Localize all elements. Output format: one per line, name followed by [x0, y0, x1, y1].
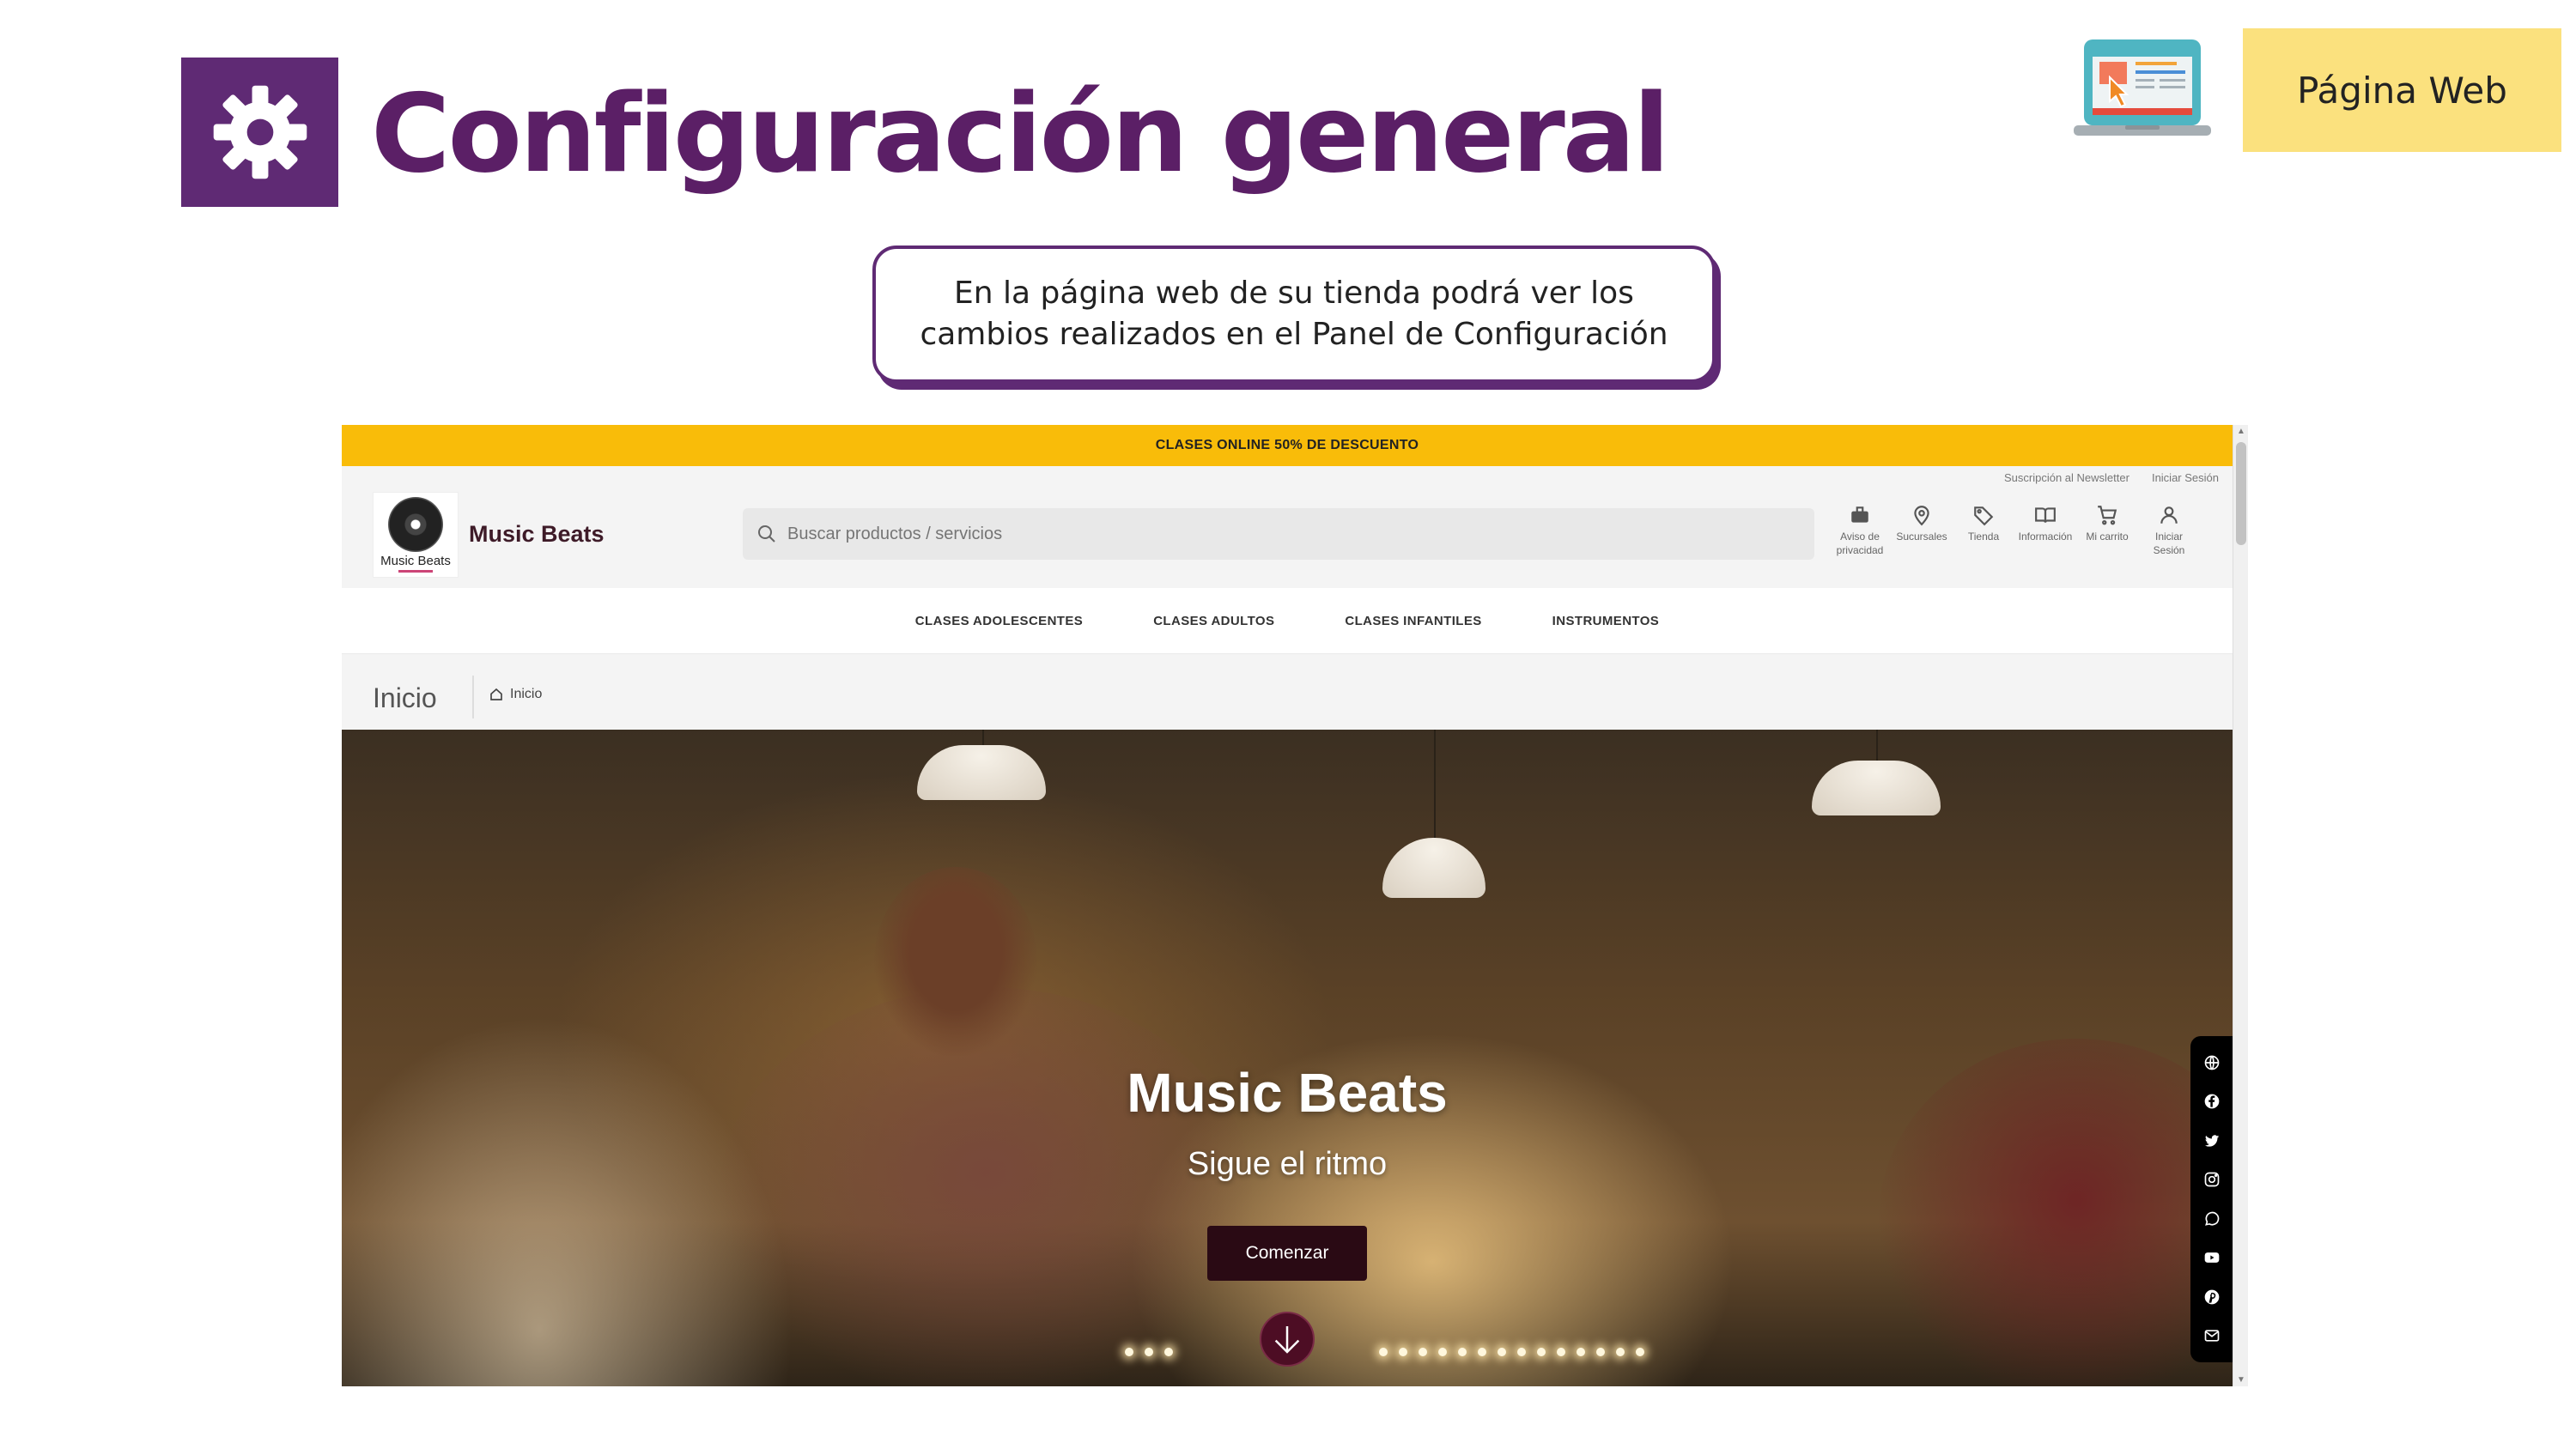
top-links: Suscripción al Newsletter Iniciar Sesión — [2004, 471, 2219, 484]
scroll-thumb[interactable] — [2236, 442, 2246, 545]
newsletter-link[interactable]: Suscripción al Newsletter — [2004, 471, 2129, 484]
search-icon — [758, 525, 775, 543]
laptop-web-icon — [2074, 39, 2211, 136]
hero-banner: Music Beats Sigue el ritmo Comenzar — [342, 730, 2233, 1386]
start-button[interactable]: Comenzar — [1207, 1226, 1367, 1281]
privacy-link[interactable]: Aviso de privacidad — [1832, 504, 1888, 557]
email-icon[interactable] — [2203, 1327, 2221, 1344]
menu-item-instrumentos[interactable]: INSTRUMENTOS — [1552, 614, 1660, 628]
store-label: Tienda — [1967, 530, 2000, 543]
tag-icon — [1974, 506, 1994, 526]
musician-head — [874, 867, 1037, 1056]
account-label: Iniciar Sesión — [2153, 530, 2185, 557]
social-sidebar — [2190, 1036, 2233, 1362]
promo-banner[interactable]: CLASES ONLINE 50% DE DESCUENTO — [342, 425, 2233, 466]
cart-icon — [2098, 506, 2117, 525]
map-pin-icon — [1914, 506, 1929, 526]
pinterest-icon[interactable] — [2203, 1288, 2221, 1306]
cart-label: Mi carrito — [2086, 530, 2129, 543]
branches-link[interactable]: Sucursales — [1893, 504, 1950, 557]
hero-title: Music Beats — [1127, 1062, 1448, 1124]
search-input[interactable] — [787, 524, 1732, 544]
website-screenshot: CLASES ONLINE 50% DE DESCUENTO Suscripci… — [342, 425, 2248, 1386]
header-icons: Aviso de privacidad Sucursales Tienda In… — [1832, 504, 2197, 557]
main-menu: CLASES ADOLESCENTES CLASES ADULTOS CLASE… — [342, 588, 2233, 653]
branches-label: Sucursales — [1896, 530, 1947, 543]
info-label: Información — [2018, 530, 2073, 543]
callout-text: En la página web de su tienda podrá ver … — [920, 276, 1668, 352]
account-link[interactable]: Iniciar Sesión — [2141, 504, 2197, 557]
menu-item-adultos[interactable]: CLASES ADULTOS — [1153, 614, 1274, 628]
whatsapp-icon[interactable] — [2203, 1210, 2221, 1228]
breadcrumb-bar — [342, 653, 2233, 734]
lamp-cord — [1876, 730, 1878, 764]
facebook-icon[interactable] — [2203, 1093, 2221, 1110]
site-logo[interactable]: Music Beats — [373, 492, 459, 578]
globe-icon[interactable] — [2203, 1054, 2221, 1071]
callout-box: En la página web de su tienda podrá ver … — [872, 246, 1716, 383]
slide-title: Configuración general — [371, 70, 1670, 197]
gear-icon-box — [181, 58, 338, 207]
page-badge: Página Web — [2243, 28, 2561, 152]
ceiling-lamp — [917, 745, 1046, 800]
user-icon — [2160, 506, 2178, 524]
scroll-up-arrow[interactable]: ▲ — [2237, 427, 2245, 436]
ceiling-lamp — [1382, 838, 1485, 898]
lamp-cord — [1434, 730, 1436, 841]
stage-lights-left — [1125, 1348, 1173, 1356]
scroll-down-arrow[interactable]: ▼ — [2237, 1375, 2245, 1385]
briefcase-icon — [1851, 506, 1868, 523]
hero-subtitle: Sigue el ritmo — [1187, 1146, 1388, 1182]
brand-name[interactable]: Music Beats — [469, 521, 605, 548]
logo-underline — [398, 570, 433, 573]
ceiling-lamp — [1812, 761, 1941, 815]
store-link[interactable]: Tienda — [1955, 504, 2012, 557]
search-bar[interactable] — [743, 508, 1814, 560]
twitter-icon[interactable] — [2203, 1132, 2221, 1149]
privacy-label: Aviso de privacidad — [1836, 530, 1884, 557]
logo-text: Music Beats — [380, 554, 451, 568]
menu-item-adolescentes[interactable]: CLASES ADOLESCENTES — [915, 614, 1083, 628]
info-link[interactable]: Información — [2017, 504, 2074, 557]
breadcrumb-home[interactable]: Inicio — [510, 687, 542, 702]
page-title: Inicio — [373, 682, 437, 713]
menu-item-infantiles[interactable]: CLASES INFANTILES — [1345, 614, 1481, 628]
arrow-down-icon — [1274, 1326, 1300, 1354]
breadcrumb-divider — [472, 676, 474, 718]
scroll-down-button[interactable] — [1260, 1312, 1315, 1367]
stage-lights-right — [1379, 1348, 1644, 1356]
book-icon — [2035, 507, 2056, 523]
breadcrumb[interactable]: Inicio — [489, 687, 542, 702]
instagram-icon[interactable] — [2203, 1171, 2221, 1188]
cart-link[interactable]: Mi carrito — [2079, 504, 2136, 557]
home-icon — [490, 688, 502, 700]
login-link[interactable]: Iniciar Sesión — [2152, 471, 2219, 484]
youtube-icon[interactable] — [2203, 1249, 2221, 1266]
vertical-scrollbar[interactable]: ▲ ▼ — [2233, 425, 2248, 1386]
gear-icon — [213, 85, 307, 179]
vinyl-logo-icon — [388, 497, 443, 552]
